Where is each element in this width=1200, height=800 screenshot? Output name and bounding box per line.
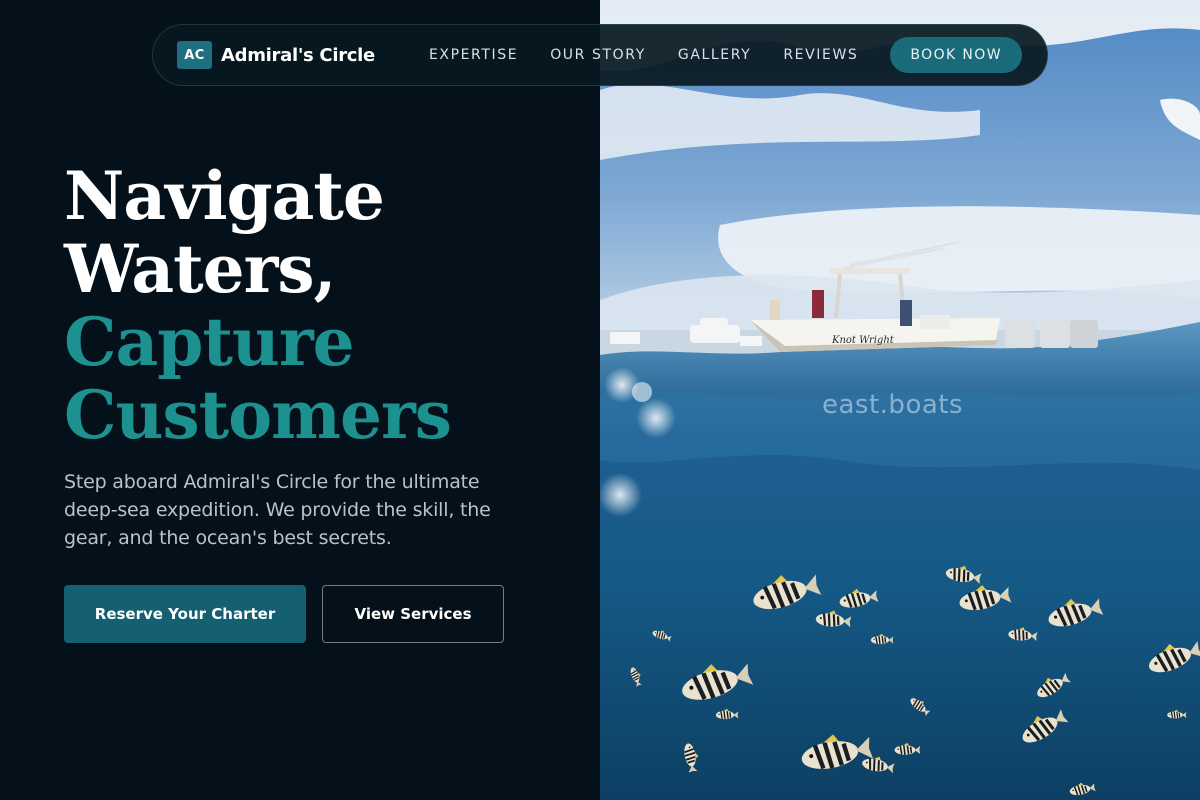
- top-navbar: AC Admiral's Circle EXPERTISE OUR STORY …: [152, 24, 1048, 86]
- image-watermark: east.boats: [822, 390, 964, 420]
- reserve-charter-button[interactable]: Reserve Your Charter: [64, 585, 306, 643]
- headline-line-3: Capture: [64, 303, 355, 381]
- nav-link-expertise[interactable]: EXPERTISE: [429, 47, 518, 63]
- headline-line-1: Navigate: [64, 157, 385, 235]
- view-services-button[interactable]: View Services: [322, 585, 504, 643]
- boat-name: Knot Wright: [831, 335, 895, 346]
- nav-links: EXPERTISE OUR STORY GALLERY REVIEWS: [429, 47, 858, 63]
- nav-link-gallery[interactable]: GALLERY: [678, 47, 751, 63]
- hero-lead-text: Step aboard Admiral's Circle for the ult…: [64, 471, 491, 549]
- brand-name: Admiral's Circle: [221, 44, 375, 66]
- brand-logo[interactable]: AC Admiral's Circle: [177, 41, 375, 69]
- brand-mark-icon: AC: [177, 41, 212, 69]
- book-now-button[interactable]: BOOK NOW: [890, 37, 1022, 73]
- nav-link-reviews[interactable]: REVIEWS: [783, 47, 858, 63]
- headline-line-4: Customers: [64, 376, 452, 454]
- headline-line-2: Waters,: [64, 230, 337, 308]
- hero-headline: Navigate Waters, Capture Customers: [64, 160, 594, 452]
- nav-link-our-story[interactable]: OUR STORY: [550, 47, 646, 63]
